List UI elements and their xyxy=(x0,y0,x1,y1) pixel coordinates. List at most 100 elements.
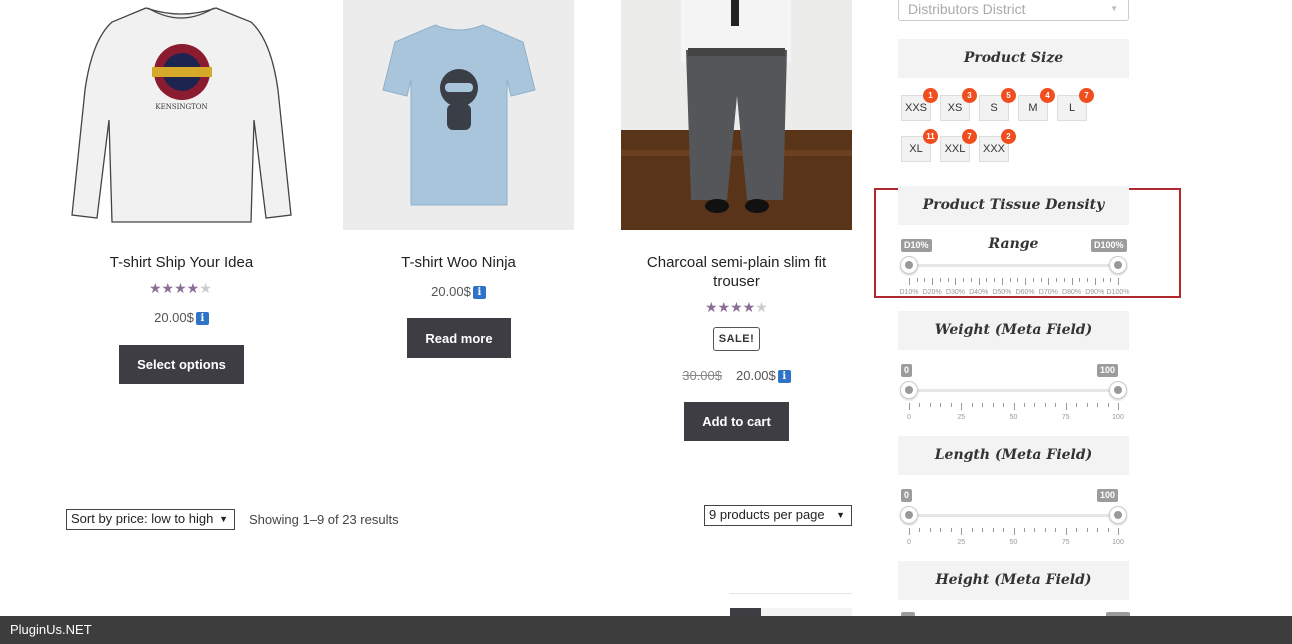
slider-tick-label: D70% xyxy=(1038,289,1058,296)
slider-track[interactable] xyxy=(909,264,1118,267)
slider-tick xyxy=(1056,278,1058,282)
slider-tick xyxy=(1076,528,1078,532)
product-image-tshirt-ship-your-idea[interactable]: KENSINGTON xyxy=(66,0,297,230)
slider-tick xyxy=(919,403,921,407)
slider-track[interactable] xyxy=(909,389,1118,392)
size-option-xxs[interactable]: XXS 1 xyxy=(901,88,938,121)
slider-tick-label: D100% xyxy=(1106,289,1130,296)
slider-tick-label: 50 xyxy=(1009,414,1018,421)
product-title[interactable]: T-shirt Woo Ninja xyxy=(343,253,574,272)
slider-tick-label: D10% xyxy=(899,289,919,296)
product-image-tshirt-woo-ninja[interactable] xyxy=(343,0,574,230)
density-range-title: Product Tissue Density Range xyxy=(898,186,1129,252)
sort-select[interactable]: Sort by price: low to high ▼ xyxy=(66,509,235,530)
district-select[interactable]: Distributors District ▼ xyxy=(898,0,1129,21)
slider-tick xyxy=(971,528,973,532)
slider-tick xyxy=(1044,528,1046,532)
footer-brand[interactable]: PluginUs.NET xyxy=(10,622,92,637)
slider-tick xyxy=(1013,403,1015,410)
info-icon[interactable]: i xyxy=(472,286,486,299)
slider-tick xyxy=(982,403,984,407)
slider-handle-min[interactable] xyxy=(900,506,918,524)
slider-tick xyxy=(970,278,972,282)
slider-tick xyxy=(1118,403,1119,410)
slider-handle-max[interactable] xyxy=(1109,256,1127,274)
slider-handle-max[interactable] xyxy=(1109,506,1127,524)
slider-tick xyxy=(1001,278,1003,285)
per-page-select[interactable]: 9 products per page ▼ xyxy=(704,505,852,526)
select-options-button[interactable]: Select options xyxy=(119,345,244,384)
read-more-button[interactable]: Read more xyxy=(407,318,511,358)
range-from-label: 0 xyxy=(901,489,913,502)
size-option-m[interactable]: M4 xyxy=(1018,88,1055,121)
size-option-xxl[interactable]: XXL 7 xyxy=(940,129,977,162)
slider-tick xyxy=(1055,403,1057,407)
rating-stars: ★★★★★ xyxy=(149,280,212,296)
product-title[interactable]: T-shirt Ship Your Idea xyxy=(66,253,297,272)
slider-tick xyxy=(1107,528,1109,532)
size-option-label: XXS xyxy=(904,102,927,114)
slider-tick xyxy=(1048,278,1050,285)
slider-handle-min[interactable] xyxy=(900,256,918,274)
product-price: 20.00$ i xyxy=(343,284,574,299)
slider-tick xyxy=(1009,278,1011,282)
size-option-label: XXX xyxy=(982,143,1005,155)
slider-tick xyxy=(932,278,934,285)
size-option-xs[interactable]: XS 3 xyxy=(940,88,977,121)
longsleeve-shirt-graphic xyxy=(71,7,292,223)
slider-track[interactable] xyxy=(909,514,1118,517)
range-from-label: D10% xyxy=(901,239,932,252)
product-price: 20.00$ i xyxy=(66,310,297,325)
info-icon[interactable]: i xyxy=(777,370,791,383)
size-count-badge: 7 xyxy=(962,129,977,144)
slider-ticks xyxy=(909,528,1119,536)
slider-tick-label: D40% xyxy=(969,289,989,296)
slider-tick-label: 0 xyxy=(907,414,911,421)
slider-tick xyxy=(1086,528,1088,532)
price-value: 20.00$ xyxy=(736,368,776,383)
slider-tick xyxy=(992,528,994,532)
product-image-charcoal-trouser[interactable] xyxy=(621,0,852,230)
pagination-current-page[interactable] xyxy=(730,608,761,616)
price-value: 20.00$ xyxy=(431,284,471,299)
slider-ticks xyxy=(909,403,1119,411)
slider-ticks xyxy=(909,278,1119,286)
slider-tick xyxy=(940,528,942,532)
slider-handle-max[interactable] xyxy=(1109,381,1127,399)
slider-tick xyxy=(1097,528,1099,532)
size-option-l[interactable]: L7 xyxy=(1057,88,1094,121)
old-price: 30.00$ xyxy=(682,368,722,383)
slider-tick xyxy=(1110,278,1112,282)
size-count-badge: 3 xyxy=(962,88,977,103)
slider-tick xyxy=(982,528,984,532)
slider-tick xyxy=(1087,278,1089,282)
size-option-xl[interactable]: XL 11 xyxy=(901,129,938,162)
slider-tick xyxy=(929,403,931,407)
size-option-xxx[interactable]: XXX 2 xyxy=(979,129,1016,162)
chevron-down-icon: ▼ xyxy=(219,514,228,524)
slider-tick xyxy=(1003,403,1005,407)
slider-tick-label: 100 xyxy=(1112,539,1124,546)
info-icon[interactable]: i xyxy=(195,312,209,325)
product-price: 30.00$ 20.00$ i xyxy=(621,368,852,383)
slider-tick xyxy=(929,528,931,532)
slider-tick-label: D60% xyxy=(1015,289,1035,296)
slider-handle-min[interactable] xyxy=(900,381,918,399)
size-option-label: S xyxy=(990,102,998,114)
slider-tick xyxy=(947,278,949,282)
size-count-badge: 11 xyxy=(923,129,938,144)
size-count-badge: 4 xyxy=(1040,88,1055,103)
slider-tick xyxy=(1065,528,1067,535)
weight-meta-title: Weight (Meta Field) xyxy=(898,311,1129,350)
size-option-label: M xyxy=(1028,102,1038,114)
slider-tick xyxy=(940,403,942,407)
product-title[interactable]: Charcoal semi-plain slim fit trouser xyxy=(621,253,852,291)
size-option-s[interactable]: S5 xyxy=(979,88,1016,121)
slider-tick xyxy=(1097,403,1099,407)
add-to-cart-button[interactable]: Add to cart xyxy=(684,402,789,441)
slider-tick-label: 25 xyxy=(957,539,966,546)
slider-tick xyxy=(1107,403,1109,407)
product-title-line1: Charcoal semi-plain slim fit xyxy=(646,254,827,271)
slider-tick xyxy=(919,528,921,532)
size-option-label: XS xyxy=(947,102,963,114)
